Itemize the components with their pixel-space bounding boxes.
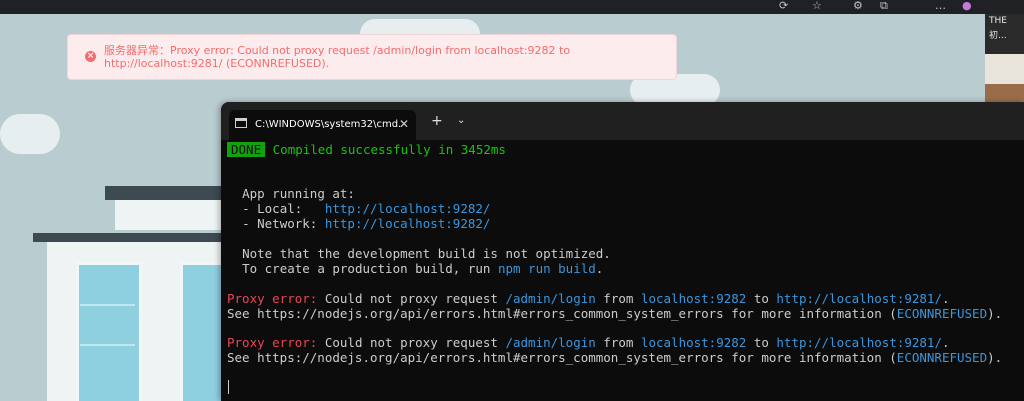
error-from: localhost:9282: [640, 335, 747, 350]
app-running-text: App running at:: [242, 186, 355, 201]
cmd-icon: [235, 118, 247, 128]
new-tab-button[interactable]: +: [431, 113, 443, 129]
build-command: npm run build: [497, 261, 596, 276]
copilot-icon[interactable]: ●: [962, 0, 972, 12]
see-docs-text: See https://nodejs.org/api/errors.html#e…: [227, 350, 897, 365]
compiled-message: Compiled successfully in 3452ms: [272, 142, 506, 157]
terminal-window[interactable]: C:\WINDOWS\system32\cmd. ✕ + ⌄ DONE Comp…: [221, 102, 1024, 401]
building-window: [180, 262, 226, 401]
terminal-tab[interactable]: C:\WINDOWS\system32\cmd. ✕: [229, 110, 416, 140]
extensions-icon[interactable]: ⚙: [853, 0, 863, 12]
error-path: /admin/login: [505, 291, 596, 306]
build-hint-prefix: To create a production build, run: [242, 261, 498, 276]
proxy-error-line: Proxy error: Could not proxy request /ad…: [227, 336, 950, 350]
error-text: to: [746, 291, 777, 306]
error-circle-icon: ×: [85, 51, 96, 62]
error-text: from: [595, 335, 641, 350]
note-text: Note that the development build is not o…: [242, 246, 611, 261]
error-toast: × 服务器异常：Proxy error: Could not proxy req…: [67, 34, 677, 80]
local-url: http://localhost:9282/: [324, 201, 491, 216]
see-docs-suffix: ).: [987, 306, 1003, 321]
network-label: - Network:: [242, 216, 325, 231]
see-docs-line: See https://nodejs.org/api/errors.html#e…: [227, 307, 1002, 321]
window-reflection: [80, 344, 135, 346]
see-docs-line: See https://nodejs.org/api/errors.html#e…: [227, 351, 1002, 365]
cloud-decoration: [0, 114, 60, 154]
build-hint-line: To create a production build, run npm ru…: [227, 262, 603, 276]
error-code: ECONNREFUSED: [896, 350, 988, 365]
terminal-tab-bar: C:\WINDOWS\system32\cmd. ✕ + ⌄: [221, 102, 1024, 140]
local-url-line: - Local: http://localhost:9282/: [227, 202, 490, 216]
edge-text: THE: [989, 16, 1007, 26]
error-to: http://localhost:9281/: [776, 291, 942, 306]
window-reflection: [80, 304, 135, 306]
more-menu-icon[interactable]: …: [935, 0, 946, 12]
toast-message: 服务器异常：Proxy error: Could not proxy reque…: [104, 44, 571, 70]
favorite-star-icon[interactable]: ☆: [812, 0, 822, 12]
compile-status-line: DONE Compiled successfully in 3452ms: [227, 142, 506, 157]
error-text: .: [941, 335, 950, 350]
error-text: Could not proxy request: [317, 335, 506, 350]
building-roof: [33, 233, 223, 242]
edge-text: 初...: [989, 31, 1007, 41]
proxy-error-label: Proxy error:: [227, 335, 318, 350]
error-text: to: [746, 335, 777, 350]
network-url-line: - Network: http://localhost:9282/: [227, 217, 490, 231]
chevron-down-icon[interactable]: ⌄: [457, 114, 465, 128]
error-text: Could not proxy request: [317, 291, 506, 306]
error-to: http://localhost:9281/: [776, 335, 942, 350]
browser-toolbar: ⟳ ☆ ⚙ ⧉ … ●: [0, 0, 1024, 14]
error-text: .: [941, 291, 950, 306]
error-path: /admin/login: [505, 335, 596, 350]
network-url: http://localhost:9282/: [324, 216, 491, 231]
close-tab-icon[interactable]: ✕: [399, 116, 409, 132]
error-from: localhost:9282: [640, 291, 747, 306]
proxy-error-label: Proxy error:: [227, 291, 318, 306]
see-docs-text: See https://nodejs.org/api/errors.html#e…: [227, 306, 897, 321]
building-window: [76, 262, 142, 401]
app-running-line: App running at:: [227, 187, 355, 201]
local-label: - Local:: [242, 201, 325, 216]
tab-title: C:\WINDOWS\system32\cmd.: [255, 119, 402, 130]
build-hint-suffix: .: [595, 261, 604, 276]
see-docs-suffix: ).: [987, 350, 1003, 365]
error-code: ECONNREFUSED: [896, 306, 988, 321]
collections-icon[interactable]: ⧉: [880, 0, 888, 12]
note-line: Note that the development build is not o…: [227, 247, 611, 261]
text-cursor: [228, 380, 229, 394]
proxy-error-line: Proxy error: Could not proxy request /ad…: [227, 292, 950, 306]
building-roof: [105, 186, 225, 200]
done-badge: DONE: [227, 142, 266, 157]
building-decoration: [115, 200, 221, 230]
refresh-icon[interactable]: ⟳: [779, 0, 788, 12]
error-text: from: [595, 291, 641, 306]
